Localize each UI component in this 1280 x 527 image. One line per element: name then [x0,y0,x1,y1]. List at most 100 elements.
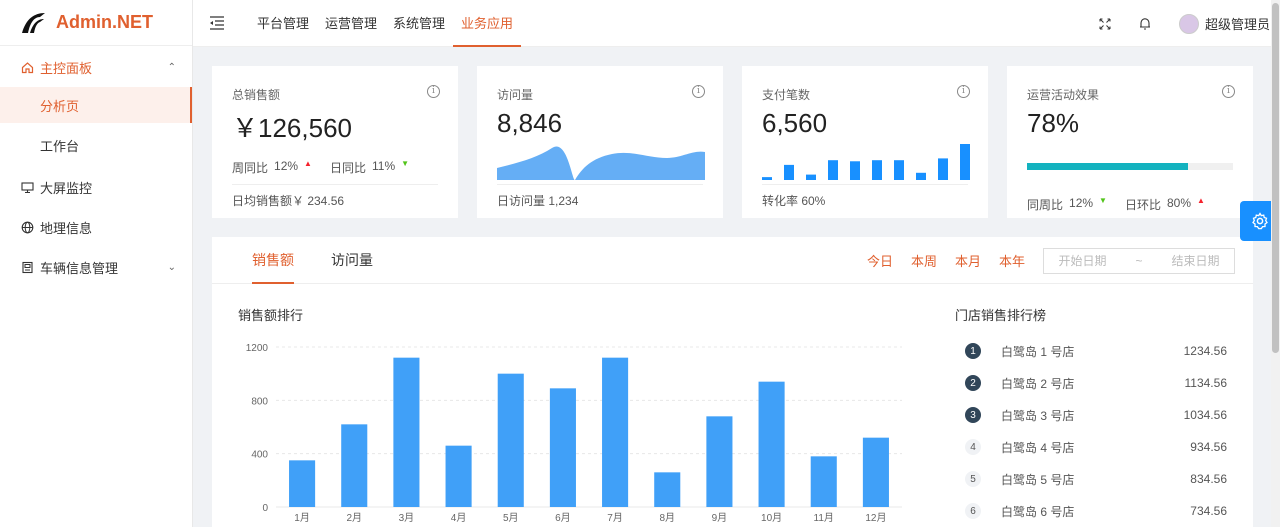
card-value: 6,560 [762,108,828,138]
top-header: 平台管理 运营管理 系统管理 业务应用 超级管理员 [193,0,1280,47]
sidebar-item-analysis[interactable]: 分析页 [0,87,192,123]
tab-visits[interactable]: 访问量 [331,237,373,284]
trend-value: 80% [1166,196,1192,210]
trend-value: 12% [274,159,299,173]
card-value: 78% [1027,108,1080,138]
rank-number: 1 [965,343,981,359]
store-name: 白鹭岛 1 号店 [1001,344,1075,359]
range-selector: 今日 本周 本月 本年 开始日期 ~ 结束日期 [867,237,1253,284]
app-name: Admin.NET [56,12,153,32]
info-icon[interactable]: i [957,85,970,98]
card-payments: 支付笔数 i 6,560 转化率 60% [742,66,988,218]
store-sales-value: 734.56 [1190,504,1227,518]
user-menu[interactable]: 超级管理员 [1178,13,1270,34]
store-sales-value: 1134.56 [1184,376,1228,390]
store-name: 白鹭岛 5 号店 [1001,472,1075,487]
nav-business[interactable]: 业务应用 [453,0,522,47]
trend-value: 12% [1069,196,1094,210]
x-tick-label: 10月 [761,512,782,524]
range-week[interactable]: 本周 [911,251,937,270]
vehicle-icon [20,260,34,274]
card-value: 8,846 [497,108,563,138]
ranking-row: 3 白鹭岛 3 号店 1034.56 [965,399,1227,431]
chevron-up-icon: ⌃ [167,61,176,73]
sidebar-item-label: 车辆信息管理 [40,260,119,276]
sidebar-item-big-screen[interactable]: 大屏监控 [0,167,192,207]
store-name: 白鹭岛 4 号店 [1001,440,1075,455]
mini-bar [872,160,882,180]
info-icon[interactable]: i [1222,85,1235,98]
nav-platform[interactable]: 平台管理 [249,0,317,47]
page-scrollbar[interactable] [1271,0,1280,527]
fullscreen-icon[interactable] [1099,18,1111,30]
store-name: 白鹭岛 2 号店 [1001,376,1075,391]
x-tick-label: 1月 [294,512,310,524]
x-tick-label: 6月 [555,512,571,524]
rank-number: 5 [965,471,981,487]
monitor-icon [20,180,34,194]
card-label: 运营活动效果 [1027,88,1100,102]
x-tick-label: 9月 [712,512,728,524]
card-label: 支付笔数 [762,88,811,102]
bar[interactable] [341,424,368,507]
card-trend: 周同比 12% ▲ 日同比 11% ▼ [232,159,415,176]
date-range-picker[interactable]: 开始日期 ~ 结束日期 [1043,247,1235,274]
nav-system[interactable]: 系统管理 [385,0,453,47]
date-end-input[interactable]: 结束日期 [1171,252,1219,269]
collapse-menu-icon[interactable] [209,16,225,30]
nav-operations[interactable]: 运营管理 [317,0,385,47]
ranking-row: 4 白鹭岛 4 号店 934.56 [965,431,1227,463]
trend-down-icon: ▼ [1099,196,1107,205]
tab-sales[interactable]: 销售额 [252,237,294,284]
bar[interactable] [602,357,629,507]
scrollbar-thumb[interactable] [1272,3,1279,353]
bar[interactable] [706,416,733,507]
bell-icon[interactable] [1139,17,1151,30]
bar[interactable] [654,472,681,507]
sidebar-item-workbench[interactable]: 工作台 [0,123,192,167]
bar[interactable] [445,445,472,507]
info-icon[interactable]: i [692,85,705,98]
bar[interactable] [289,460,316,507]
range-month[interactable]: 本月 [955,251,981,270]
mini-bar [762,177,772,180]
rank-title: 门店销售排行榜 [955,308,1047,323]
bar[interactable] [497,373,524,507]
bar[interactable] [810,456,837,507]
app-logo[interactable]: Admin.NET [0,0,192,46]
avatar [1178,13,1199,34]
bar[interactable] [549,388,576,507]
y-tick-label: 1200 [246,343,269,354]
range-year[interactable]: 本年 [999,251,1025,270]
trend-down-icon: ▼ [401,159,410,168]
y-tick-label: 400 [251,450,268,461]
date-start-input[interactable]: 开始日期 [1058,252,1106,269]
bar[interactable] [862,437,889,507]
sidebar-item-geo[interactable]: 地理信息 [0,207,192,247]
x-tick-label: 7月 [607,512,623,524]
trend-up-icon: ▲ [304,159,312,168]
progress-track [1027,163,1233,170]
mini-bar [938,158,948,180]
range-today[interactable]: 今日 [867,251,893,270]
trend-label: 同周比 [1027,198,1064,212]
visits-area-chart [497,146,705,180]
sidebar-item-vehicle[interactable]: 车辆信息管理 ⌄ [0,247,192,287]
bar[interactable] [393,357,420,507]
rank-number: 4 [965,439,981,455]
sales-panel: 销售额 访问量 今日 本周 本月 本年 开始日期 ~ 结束日期 销售额排行 0 4… [212,237,1253,527]
card-footer: 日均销售额￥ 234.56 [232,184,438,218]
chevron-down-icon: ⌄ [167,261,176,273]
top-nav: 平台管理 运营管理 系统管理 业务应用 [249,0,522,47]
rank-number: 2 [965,375,981,391]
panel-tabs: 销售额 访问量 今日 本周 本月 本年 开始日期 ~ 结束日期 [212,237,1253,284]
sidebar-item-dashboard[interactable]: 主控面板 ⌃ [0,47,192,87]
globe-icon [20,220,34,234]
card-visits: 访问量 i 8,846 日访问量 1,234 [477,66,723,218]
info-icon[interactable]: i [427,85,440,98]
trend-value: 11% [371,159,396,173]
store-sales-value: 1034.56 [1183,408,1227,422]
chart-title: 销售额排行 [238,308,304,323]
mini-bar [894,160,904,180]
bar[interactable] [758,381,785,507]
